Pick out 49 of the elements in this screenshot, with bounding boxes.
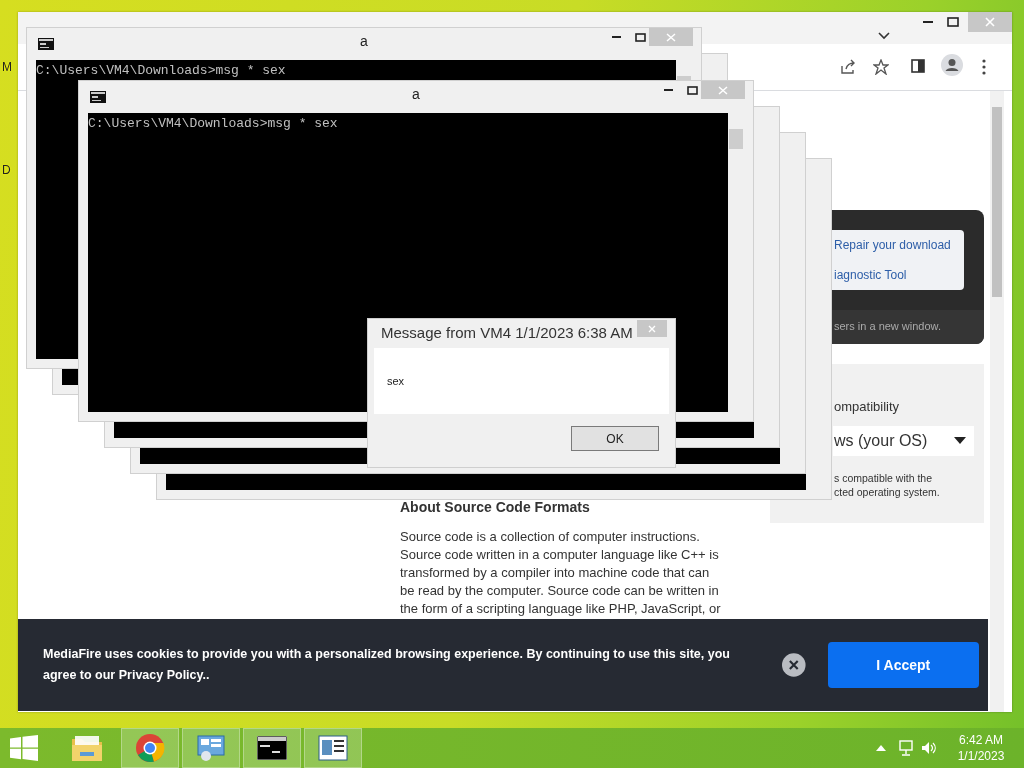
panel-note: sers in a new window. xyxy=(834,320,941,332)
control-panel-icon xyxy=(196,734,226,762)
minimize-icon xyxy=(923,21,933,23)
scrollbar[interactable] xyxy=(990,91,1004,712)
panel-link[interactable]: Repair your download xyxy=(834,238,951,252)
close-icon xyxy=(666,32,676,42)
console-line: C:\Users\VM4\Downloads>msg * sex xyxy=(36,63,287,78)
maximize-icon xyxy=(634,32,646,42)
cookie-message: MediaFire uses cookies to provide you with a personalized browsing experience. By continuing to use this site, you agree to our Privacy Policy.. xyxy=(43,646,731,684)
share-icon[interactable] xyxy=(840,59,856,75)
chevron-down-icon[interactable] xyxy=(878,32,890,40)
star-icon[interactable] xyxy=(873,59,889,75)
compatibility-label: ompatibility xyxy=(834,399,900,414)
taskbar-button[interactable] xyxy=(243,728,301,768)
article-heading: About Source Code Formats xyxy=(400,499,591,515)
desktop-icon-label[interactable]: D xyxy=(2,163,11,177)
console-icon xyxy=(38,38,54,50)
close-icon xyxy=(648,324,656,333)
close-icon xyxy=(718,85,728,95)
up-arrow-icon[interactable] xyxy=(876,745,886,751)
dialog-title: Message from VM4 1/1/2023 6:38 AM xyxy=(381,324,633,341)
chrome-icon xyxy=(135,733,165,763)
dialog-message: sex xyxy=(387,375,405,387)
menu-icon[interactable] xyxy=(982,59,986,75)
close-icon[interactable] xyxy=(782,653,806,677)
accept-button[interactable]: I Accept xyxy=(827,642,979,688)
window-title: a xyxy=(360,33,368,49)
desktop-icon-label[interactable]: M xyxy=(2,60,12,74)
window-title: a xyxy=(412,86,420,102)
compatibility-note: s compatible with the xyxy=(834,471,934,485)
console-icon xyxy=(257,736,287,760)
maximize-icon xyxy=(947,17,959,27)
os-select[interactable]: ws (your OS) xyxy=(833,426,974,456)
folder-icon xyxy=(71,734,103,762)
side-panel-icon[interactable] xyxy=(911,59,925,73)
taskbar-button[interactable] xyxy=(304,728,362,768)
volume-icon[interactable] xyxy=(921,741,937,755)
compatibility-note: cted operating system. xyxy=(834,485,940,499)
caret-icon xyxy=(954,437,966,444)
ok-button[interactable]: OK xyxy=(571,426,659,451)
maximize-icon xyxy=(686,85,698,95)
panel-link[interactable]: iagnostic Tool xyxy=(834,268,907,282)
minimize-icon xyxy=(611,36,621,38)
console-icon xyxy=(90,91,106,103)
article-paragraph: Source code is a collection of computer instructions. Source code written in a computer language like C++ is transformed by a compiler into machine code that can be read by the computer. Source code can be written in the form of a scripting language like PHP, JavaScript, or xyxy=(400,528,722,618)
close-icon xyxy=(985,17,995,27)
profile-icon[interactable] xyxy=(941,54,963,76)
document-icon xyxy=(318,735,348,761)
console-line: C:\Users\VM4\Downloads>msg * sex xyxy=(88,116,339,131)
